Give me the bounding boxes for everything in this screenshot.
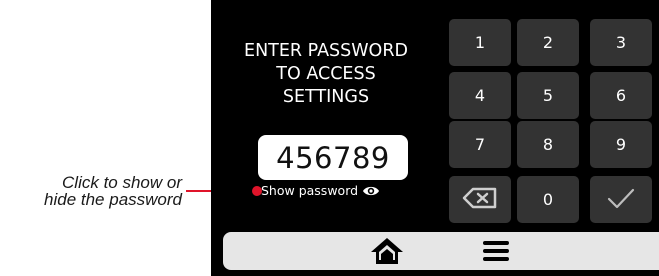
home-icon: [370, 238, 404, 269]
key-5-label: 5: [542, 86, 554, 105]
key-6-label: 6: [615, 86, 627, 105]
key-1-label: 1: [474, 33, 486, 52]
key-9[interactable]: 9: [590, 121, 652, 168]
checkmark-icon: [606, 187, 636, 213]
bottom-nav-bar: [223, 232, 659, 270]
key-2[interactable]: 2: [517, 19, 579, 66]
eye-icon[interactable]: [362, 185, 380, 197]
key-9-label: 9: [615, 135, 627, 154]
password-field[interactable]: 456789: [258, 135, 408, 180]
key-4[interactable]: 4: [449, 72, 511, 119]
key-7-label: 7: [474, 135, 486, 154]
key-5[interactable]: 5: [517, 72, 579, 119]
key-0[interactable]: 0: [517, 176, 579, 223]
password-value: 456789: [276, 140, 390, 175]
prompt-line-1: ENTER PASSWORD: [244, 41, 408, 61]
menu-button[interactable]: [483, 240, 509, 262]
key-0-label: 0: [542, 190, 554, 209]
annotation-line-2: hide the password: [44, 190, 182, 209]
password-prompt: ENTER PASSWORD TO ACCESS SETTINGS: [212, 40, 440, 109]
menu-icon: [483, 241, 509, 266]
key-6[interactable]: 6: [590, 72, 652, 119]
prompt-line-3: SETTINGS: [282, 87, 370, 107]
confirm-button[interactable]: [590, 176, 652, 223]
prompt-line-2: TO ACCESS: [276, 64, 376, 84]
key-8-label: 8: [542, 135, 554, 154]
key-3-label: 3: [615, 33, 627, 52]
key-7[interactable]: 7: [449, 121, 511, 168]
annotation-line-1: Click to show or: [62, 173, 182, 192]
key-3[interactable]: 3: [590, 19, 652, 66]
key-8[interactable]: 8: [517, 121, 579, 168]
show-password-toggle[interactable]: Show password: [261, 183, 380, 198]
show-password-label: Show password: [261, 183, 359, 198]
key-2-label: 2: [542, 33, 554, 52]
annotation-text: Click to show or hide the password: [0, 174, 182, 208]
key-1[interactable]: 1: [449, 19, 511, 66]
key-4-label: 4: [474, 86, 486, 105]
home-button[interactable]: [370, 237, 404, 265]
backspace-button[interactable]: [449, 176, 511, 223]
backspace-icon: [462, 187, 498, 213]
